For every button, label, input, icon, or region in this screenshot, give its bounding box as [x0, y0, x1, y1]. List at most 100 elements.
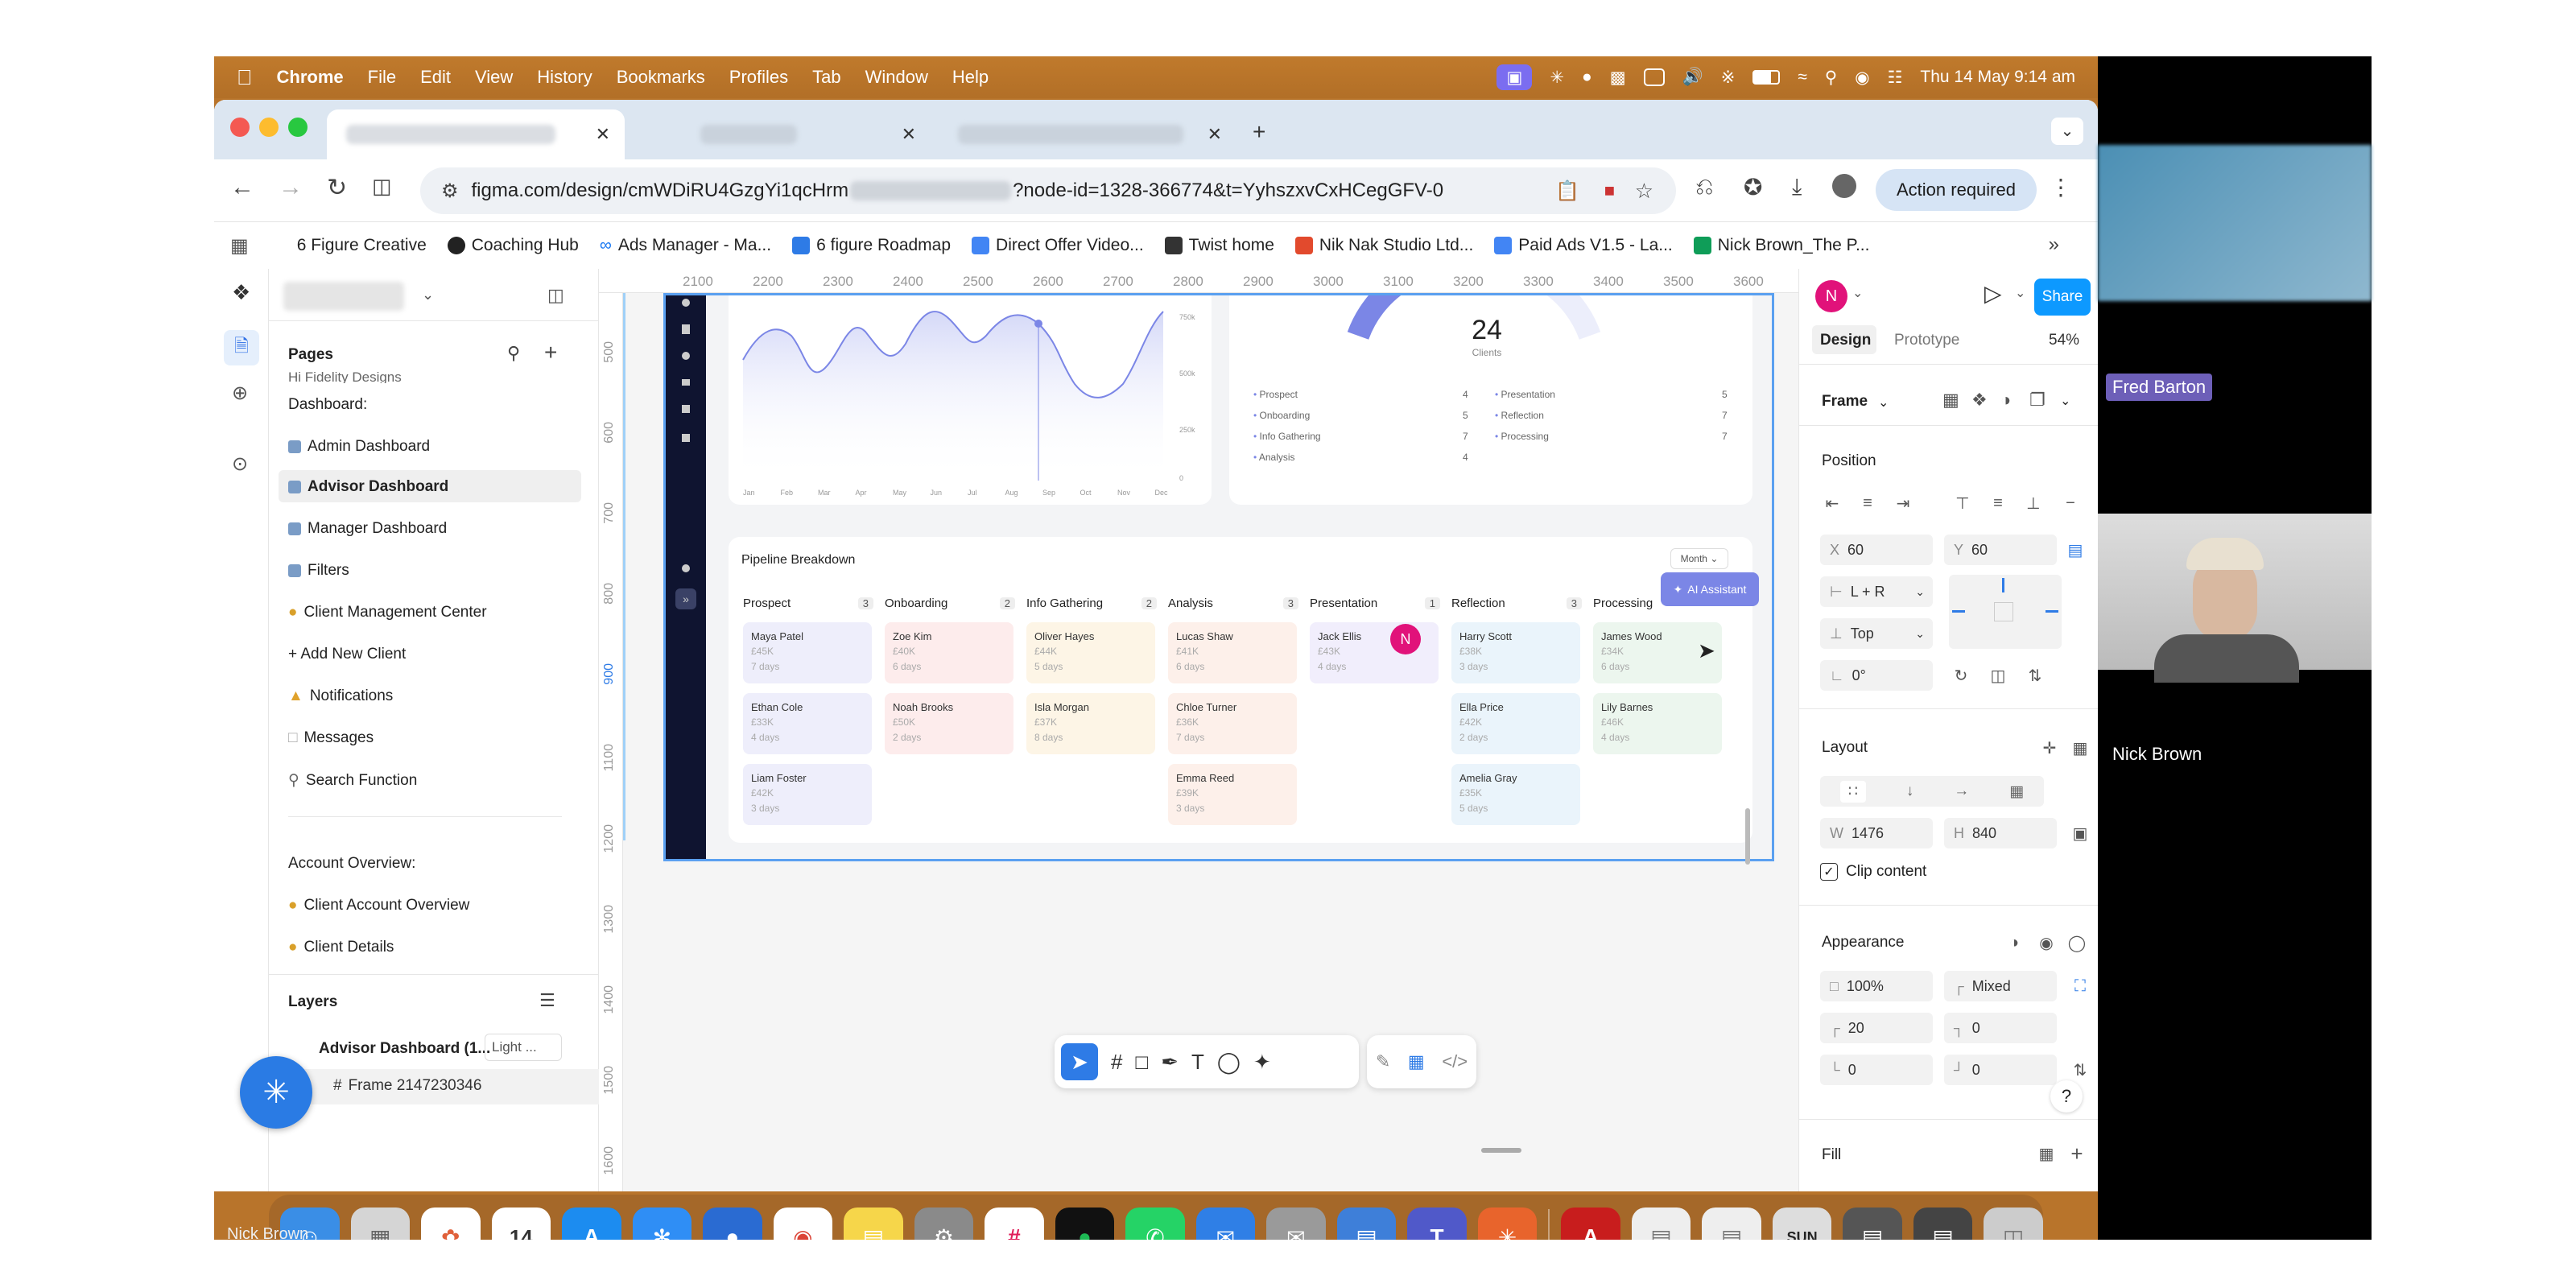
help-icon[interactable]: ?: [2050, 1080, 2083, 1113]
figma-logo-icon[interactable]: ❖: [232, 280, 250, 305]
folder-thumbnail-icon[interactable]: ▤: [1843, 1208, 1902, 1240]
more-chevron-icon[interactable]: ⌄: [2060, 393, 2070, 409]
zoom-level[interactable]: 54%: [2049, 332, 2079, 349]
page-advisor-dashboard[interactable]: Advisor Dashboard: [288, 478, 448, 496]
text-tool-icon[interactable]: T: [1191, 1050, 1204, 1075]
freeform-layout-icon[interactable]: ∷: [1839, 780, 1867, 803]
menu-edit[interactable]: Edit: [420, 67, 451, 88]
draw-mode-icon[interactable]: ✎: [1376, 1051, 1390, 1072]
ai-assistant-button[interactable]: ✦ AI Assistant: [1661, 572, 1759, 606]
pipeline-column-header[interactable]: Onboarding 2: [885, 597, 1020, 610]
sparkle-status-icon[interactable]: ✳: [1550, 68, 1564, 88]
add-page-icon[interactable]: +: [544, 340, 557, 365]
menu-history[interactable]: History: [537, 67, 592, 88]
collapse-layout-icon[interactable]: ✛: [2037, 736, 2062, 760]
back-icon[interactable]: ←: [230, 174, 254, 201]
rotate-icon[interactable]: ↻: [1949, 663, 1973, 687]
slack-icon[interactable]: #: [985, 1208, 1044, 1240]
width-field[interactable]: W 1476: [1820, 818, 1933, 848]
y-field[interactable]: Y 60: [1944, 535, 2057, 565]
canvas-scrollbar[interactable]: [1745, 808, 1750, 865]
system-settings-icon[interactable]: ⚙: [914, 1208, 974, 1240]
radius-bottom-left-field[interactable]: └ 0: [1820, 1055, 1933, 1085]
new-tab-icon[interactable]: +: [1253, 119, 1265, 145]
opacity-field[interactable]: □ 100%: [1820, 971, 1933, 1001]
vertical-constraint-select[interactable]: ⊥ Top ⌄: [1820, 618, 1933, 649]
mail-app-icon[interactable]: ✉: [1195, 1208, 1256, 1240]
battery-icon[interactable]: [1752, 70, 1781, 85]
resize-handle[interactable]: [1481, 1148, 1521, 1153]
visibility-eye-icon[interactable]: ◉: [2034, 931, 2058, 955]
trash-icon[interactable]: ◫: [1984, 1208, 2043, 1240]
move-tool-icon[interactable]: ➤: [1061, 1043, 1098, 1080]
bookmark-item[interactable]: Coaching Hub: [447, 236, 579, 255]
pipeline-column-header[interactable]: Prospect 3: [743, 597, 878, 610]
calendar-icon[interactable]: 14: [491, 1208, 551, 1240]
profile-avatar[interactable]: [1832, 174, 1856, 198]
pipeline-client-card[interactable]: Emma Reed £39K 3 days: [1168, 764, 1297, 825]
more-bookmarks-icon[interactable]: »: [2049, 233, 2059, 256]
styles-icon[interactable]: ◑: [2002, 931, 2026, 955]
grid-layout-icon[interactable]: ▦: [2009, 782, 2024, 801]
teams-status-icon[interactable]: ▩: [1610, 68, 1626, 88]
menu-profiles[interactable]: Profiles: [729, 67, 788, 88]
mail-icon[interactable]: ✉: [1266, 1208, 1326, 1240]
bookmark-star-icon[interactable]: ☆: [1635, 179, 1653, 204]
page-notifications[interactable]: ▲ Notifications: [288, 687, 393, 705]
maximize-window-icon[interactable]: [288, 118, 308, 137]
bookmark-item[interactable]: ∞ Ads Manager - Ma...: [600, 236, 771, 255]
app-store-icon[interactable]: A: [562, 1208, 621, 1240]
frame-type-label[interactable]: Frame: [1822, 393, 1868, 411]
side-panel-icon[interactable]: ◫: [372, 174, 392, 199]
bookmark-item[interactable]: Twist home: [1164, 236, 1274, 255]
page-manager-dashboard[interactable]: Manager Dashboard: [288, 520, 447, 538]
month-dropdown[interactable]: Month ⌄: [1670, 548, 1728, 569]
rectangle-tool-icon[interactable]: □: [1135, 1050, 1148, 1075]
add-fill-icon[interactable]: +: [2065, 1141, 2089, 1166]
floating-plugin-icon[interactable]: ✳: [240, 1056, 312, 1129]
pipeline-column-header[interactable]: Info Gathering 2: [1026, 597, 1162, 610]
align-top-icon[interactable]: ⊤: [1951, 491, 1975, 515]
photos-icon[interactable]: ✿: [421, 1208, 481, 1240]
share-button[interactable]: Share: [2034, 279, 2091, 316]
menu-file[interactable]: File: [368, 67, 396, 88]
tab-active[interactable]: ✕: [327, 109, 625, 159]
vertical-layout-icon[interactable]: ↓: [1906, 782, 1914, 800]
align-left-icon[interactable]: ⇤: [1820, 491, 1844, 515]
folder-thumbnail-icon[interactable]: ▤: [1913, 1208, 1973, 1240]
bookmark-item[interactable]: Direct Offer Video...: [972, 236, 1144, 255]
menu-window[interactable]: Window: [865, 67, 928, 88]
radius-top-right-field[interactable]: ┐ 0: [1944, 1013, 2057, 1043]
claude-icon[interactable]: ✳: [1477, 1208, 1538, 1240]
layers-list-icon[interactable]: ☰: [539, 990, 555, 1011]
align-center-h-icon[interactable]: ≡: [1856, 491, 1880, 515]
frame-tool-icon[interactable]: #: [1111, 1050, 1122, 1075]
page-dashboard-label[interactable]: Dashboard:: [288, 396, 367, 414]
layout-grid-icon[interactable]: ▦: [2068, 736, 2092, 760]
layer-advisor-dashboard[interactable]: Advisor Dashboard (1...: [319, 1040, 490, 1058]
bluetooth-icon[interactable]: ※: [1721, 68, 1736, 88]
document-thumbnail-icon[interactable]: ▤: [1702, 1208, 1761, 1240]
newspaper-thumbnail-icon[interactable]: SUN: [1772, 1208, 1832, 1240]
constraints-icon[interactable]: ▤: [2063, 538, 2087, 562]
bookmark-item[interactable]: Nik Nak Studio Ltd...: [1294, 236, 1473, 255]
horizontal-layout-icon[interactable]: →: [1954, 782, 1969, 800]
independent-corners-icon[interactable]: ⛶: [2068, 974, 2092, 998]
pipeline-client-card[interactable]: Liam Foster £42K 3 days: [743, 764, 872, 825]
boolean-icon[interactable]: ❐: [2029, 390, 2046, 411]
layer-mode-badge[interactable]: Light ...: [485, 1034, 562, 1061]
pipeline-client-card[interactable]: Chloe Turner £36K 7 days: [1168, 693, 1297, 754]
page-filters[interactable]: Filters: [288, 562, 349, 580]
pipeline-column-header[interactable]: Reflection 3: [1451, 597, 1587, 610]
mask-icon[interactable]: ◑: [2000, 390, 2011, 411]
align-bottom-icon[interactable]: ⊥: [2021, 491, 2046, 515]
launchpad-icon[interactable]: ▦: [350, 1208, 411, 1240]
design-mode-icon[interactable]: ▦: [1408, 1051, 1425, 1072]
url-field[interactable]: ⚙ figma.com/design/cmWDiRU4GzgYi1qcHrm ?…: [420, 167, 1676, 214]
bookmark-item[interactable]: Paid Ads V1.5 - La...: [1494, 236, 1673, 255]
page-client-details[interactable]: ● Client Details: [288, 939, 394, 956]
rotation-field[interactable]: ∟ 0°: [1820, 660, 1933, 691]
fill-styles-icon[interactable]: ▦: [2034, 1141, 2058, 1166]
control-center-icon[interactable]: ☷: [1888, 68, 1903, 88]
screen-share-icon[interactable]: ▣: [1496, 64, 1533, 90]
